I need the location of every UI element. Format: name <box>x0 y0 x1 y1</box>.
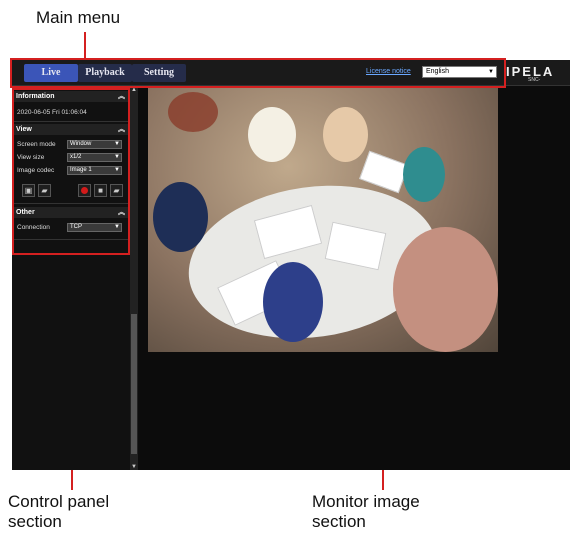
toy-maze <box>168 92 218 132</box>
main-menu-highlight <box>10 58 506 88</box>
callout-monitor-image: Monitor image section <box>312 492 420 532</box>
callout-control-line1: Control panel <box>8 492 110 511</box>
child-figure <box>248 107 296 162</box>
callout-main-menu: Main menu <box>36 8 121 27</box>
panel-scrollbar[interactable]: ▲ ▼ <box>130 87 138 470</box>
callout-line-main-menu <box>84 32 86 60</box>
scroll-thumb[interactable] <box>131 314 137 454</box>
teacher-figure <box>393 227 498 352</box>
child-figure <box>153 182 208 252</box>
child-figure <box>323 107 368 162</box>
callout-control-panel: Control panel section <box>8 492 109 532</box>
child-figure <box>403 147 445 202</box>
callout-control-line2: section <box>8 512 62 531</box>
model-label: SNC- <box>528 77 541 83</box>
callout-monitor-line1: Monitor image <box>312 492 420 511</box>
callout-monitor-line2: section <box>312 512 366 531</box>
control-panel-highlight <box>12 88 130 255</box>
scroll-down-icon[interactable]: ▼ <box>130 464 138 470</box>
monitor-image <box>148 87 498 352</box>
child-figure <box>263 262 323 342</box>
